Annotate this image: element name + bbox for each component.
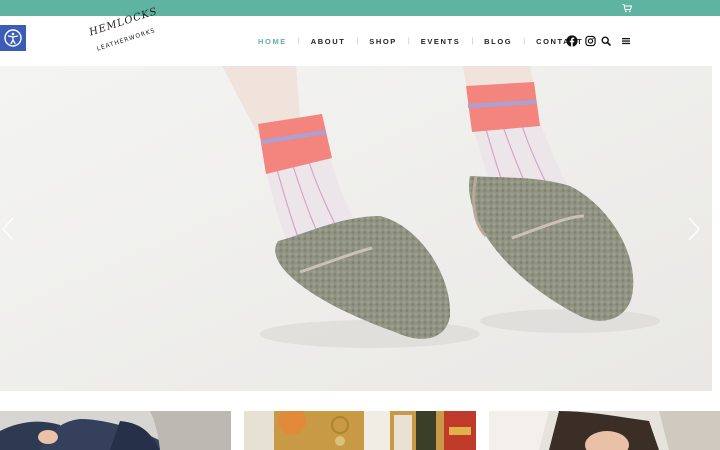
nav-separator: |: [471, 37, 474, 45]
thumbnail-image: [244, 411, 476, 450]
chevron-right-icon[interactable]: [686, 216, 702, 242]
top-bar: [0, 0, 720, 16]
chevron-left-icon[interactable]: [0, 216, 16, 242]
nav-separator: |: [297, 37, 300, 45]
hamburger-menu-icon[interactable]: [621, 35, 631, 47]
nav-item-about[interactable]: ABOUT: [311, 37, 346, 46]
nav-separator: |: [523, 37, 526, 45]
nav-separator: |: [407, 37, 410, 45]
featured-thumbnails: [0, 411, 720, 450]
hero-image: [0, 66, 712, 391]
nav-item-events[interactable]: EVENTS: [421, 37, 461, 46]
accessibility-button[interactable]: [0, 25, 26, 51]
cart-icon[interactable]: [622, 3, 632, 13]
thumbnail-1[interactable]: [0, 411, 231, 450]
facebook-icon[interactable]: [566, 35, 578, 47]
nav-item-blog[interactable]: BLOG: [484, 37, 512, 46]
accessibility-icon: [4, 29, 22, 47]
main-nav: HOME | ABOUT | SHOP | EVENTS | BLOG | CO…: [258, 35, 583, 47]
site-logo[interactable]: HEMLOCKS LEATHERWORKS: [86, 6, 159, 60]
nav-item-shop[interactable]: SHOP: [369, 37, 397, 46]
search-icon[interactable]: [601, 35, 611, 47]
instagram-icon[interactable]: [585, 35, 596, 47]
thumbnail-3[interactable]: [489, 411, 720, 450]
nav-item-home[interactable]: HOME: [258, 37, 287, 46]
thumbnail-image: [0, 411, 231, 450]
thumbnail-image: [489, 411, 720, 450]
thumbnail-2[interactable]: [244, 411, 476, 450]
hero-slider[interactable]: [0, 66, 712, 391]
nav-separator: |: [356, 37, 359, 45]
